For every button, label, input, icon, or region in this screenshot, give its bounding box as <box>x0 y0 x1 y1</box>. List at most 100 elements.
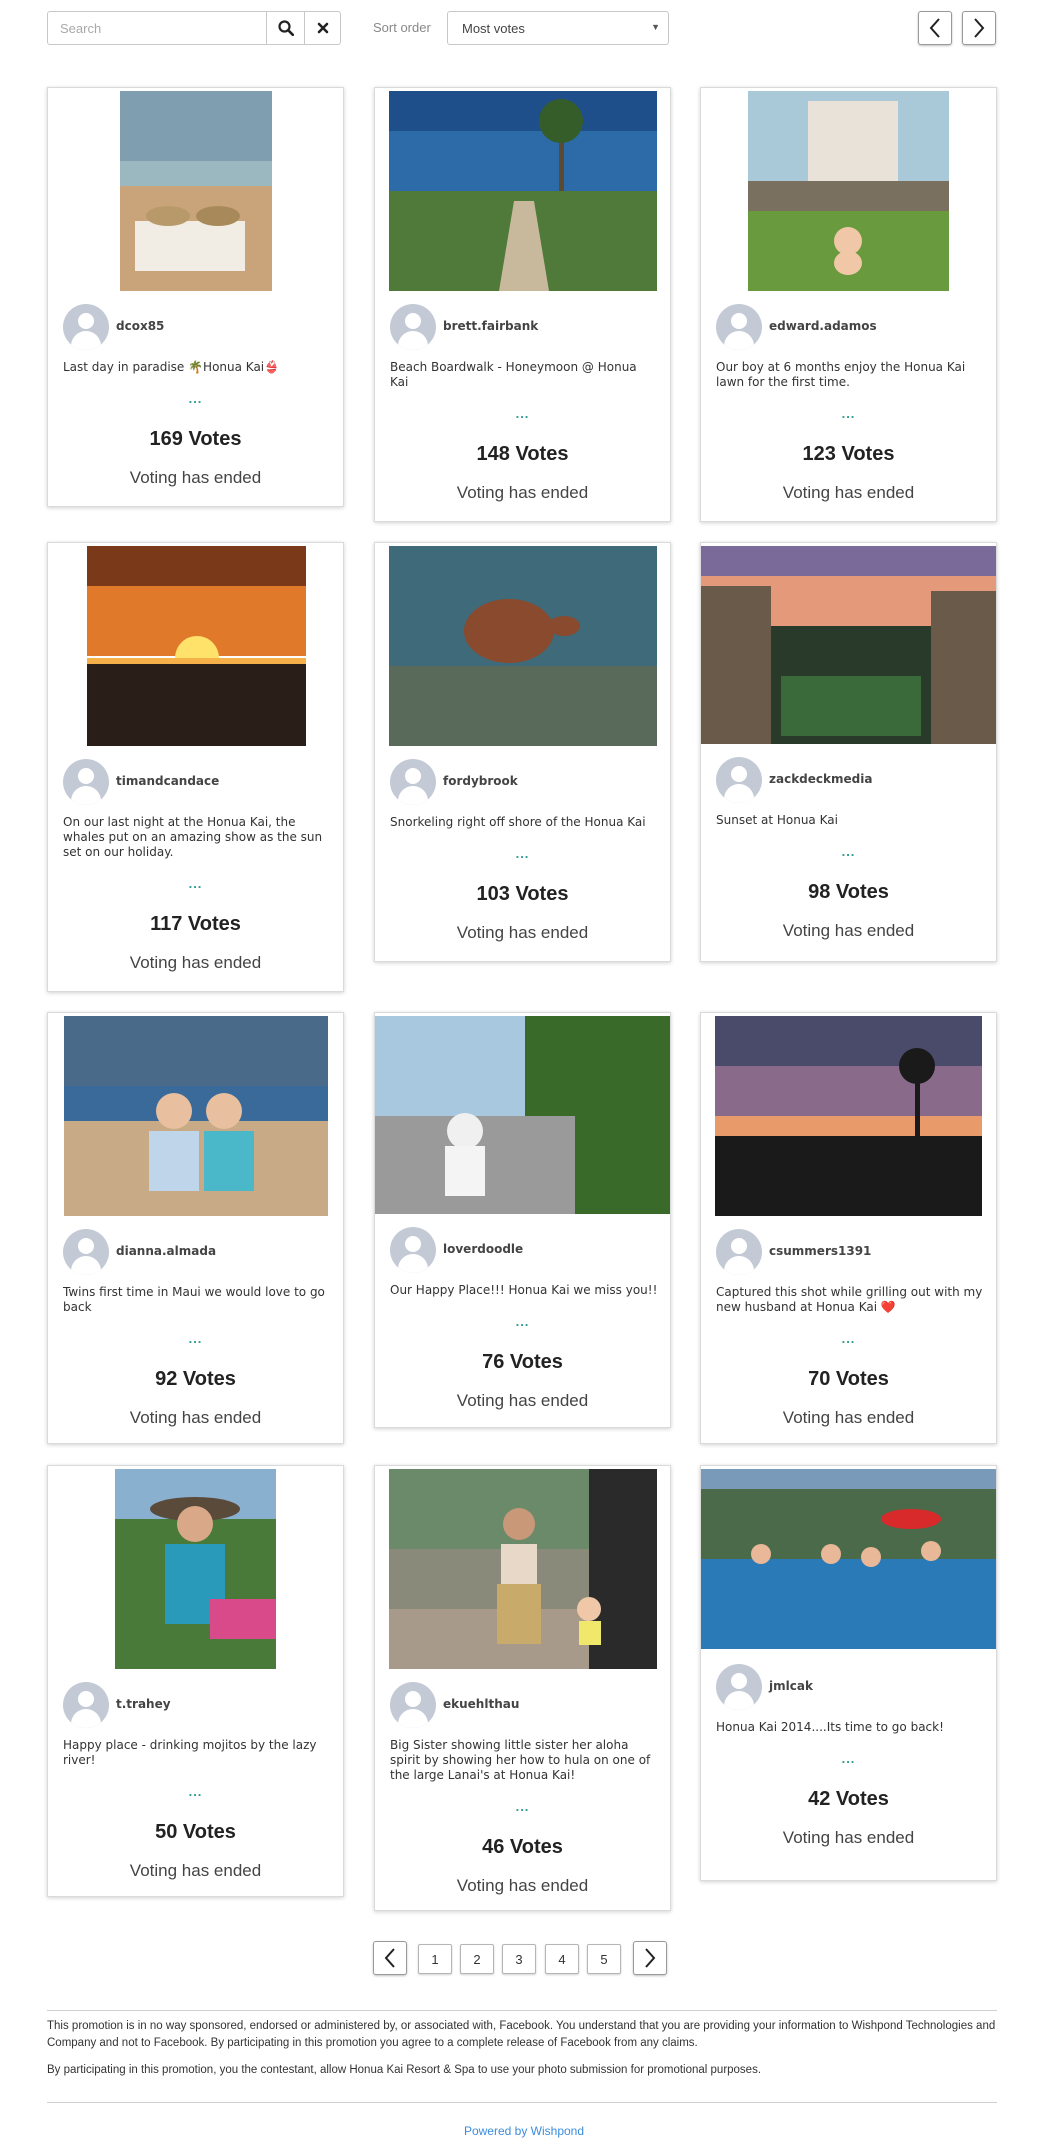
entry-username[interactable]: brett.fairbank <box>443 319 538 333</box>
vote-count: 148 Votes <box>476 443 569 465</box>
entry-photo[interactable] <box>389 1469 657 1669</box>
entry-photo[interactable] <box>701 546 996 744</box>
sort-order-select[interactable]: Most votes ▼ <box>447 11 669 45</box>
entry-username[interactable]: loverdoodle <box>443 1242 523 1256</box>
entry-photo[interactable] <box>375 1016 670 1214</box>
entry-card[interactable]: jmlcak Honua Kai 2014....Its time to go … <box>700 1465 997 1881</box>
voting-status: Voting has ended <box>782 1408 915 1427</box>
pagination-prev-button[interactable] <box>373 1941 407 1975</box>
entry-caption: Happy place - drinking mojitos by the la… <box>63 1738 317 1767</box>
vote-count: 46 Votes <box>482 1836 563 1858</box>
vote-count: 70 Votes <box>808 1368 889 1390</box>
page-link-2[interactable]: 2 <box>460 1944 494 1974</box>
search-box <box>47 11 341 45</box>
voting-status: Voting has ended <box>782 921 915 940</box>
entry-username[interactable]: ekuehlthau <box>443 1697 519 1711</box>
entry-photo[interactable] <box>64 1016 328 1216</box>
facebook-disclaimer: This promotion is in no way sponsored, e… <box>47 2020 996 2049</box>
entry-caption: Snorkeling right off shore of the Honua … <box>390 815 646 829</box>
powered-by-link[interactable]: Powered by Wishpond <box>0 2124 1048 2138</box>
search-input[interactable] <box>48 12 266 44</box>
entry-username[interactable]: jmlcak <box>769 1679 813 1693</box>
entry-card[interactable]: dcox85 Last day in paradise 🌴Honua Kai👙 … <box>47 87 344 507</box>
more-button[interactable]: ... <box>375 406 670 421</box>
avatar <box>63 1229 109 1275</box>
vote-count: 103 Votes <box>476 883 569 905</box>
entry-username[interactable]: csummers1391 <box>769 1244 871 1258</box>
entry-photo[interactable] <box>715 1016 982 1216</box>
entry-card[interactable]: brett.fairbank Beach Boardwalk - Honeymo… <box>374 87 671 522</box>
toolbar: Sort order Most votes ▼ <box>47 11 997 45</box>
page-link-4[interactable]: 4 <box>545 1944 579 1974</box>
entry-username[interactable]: dcox85 <box>116 319 164 333</box>
entry-photo[interactable] <box>389 91 657 291</box>
avatar <box>716 304 762 350</box>
entry-caption: On our last night at the Honua Kai, the … <box>63 815 323 859</box>
search-icon <box>277 20 294 36</box>
more-button[interactable]: ... <box>375 1314 670 1329</box>
voting-status: Voting has ended <box>456 1391 589 1410</box>
more-button[interactable]: ... <box>48 876 343 891</box>
more-button[interactable]: ... <box>48 1331 343 1346</box>
entry-caption: Honua Kai 2014....Its time to go back! <box>716 1720 944 1734</box>
avatar <box>63 1682 109 1728</box>
voting-status: Voting has ended <box>129 1861 262 1880</box>
chevron-right-icon <box>645 1948 656 1968</box>
entry-photo[interactable] <box>87 546 306 746</box>
entry-card[interactable]: ekuehlthau Big Sister showing little sis… <box>374 1465 671 1911</box>
more-button[interactable]: ... <box>701 1331 996 1346</box>
entry-username[interactable]: dianna.almada <box>116 1244 216 1258</box>
entry-username[interactable]: fordybrook <box>443 774 518 788</box>
entry-username[interactable]: edward.adamos <box>769 319 877 333</box>
entry-card[interactable]: loverdoodle Our Happy Place!!! Honua Kai… <box>374 1012 671 1428</box>
entry-photo[interactable] <box>389 546 657 746</box>
entry-caption: Last day in paradise 🌴Honua Kai👙 <box>63 360 280 374</box>
voting-status: Voting has ended <box>129 1408 262 1427</box>
more-button[interactable]: ... <box>375 846 670 861</box>
entry-username[interactable]: zackdeckmedia <box>769 772 872 786</box>
entry-card[interactable]: fordybrook Snorkeling right off shore of… <box>374 542 671 962</box>
entry-caption: Captured this shot while grilling out wi… <box>716 1285 983 1314</box>
entry-username[interactable]: t.trahey <box>116 1697 171 1711</box>
entry-card[interactable]: dianna.almada Twins first time in Maui w… <box>47 1012 344 1444</box>
voting-status: Voting has ended <box>456 1876 589 1895</box>
page-link-3[interactable]: 3 <box>502 1944 536 1974</box>
more-button[interactable]: ... <box>375 1799 670 1814</box>
entry-card[interactable]: edward.adamos Our boy at 6 months enjoy … <box>700 87 997 522</box>
avatar <box>716 757 762 803</box>
entry-photo[interactable] <box>120 91 272 291</box>
entry-card[interactable]: csummers1391 Captured this shot while gr… <box>700 1012 997 1444</box>
next-page-button[interactable] <box>962 11 996 45</box>
more-button[interactable]: ... <box>48 391 343 406</box>
vote-count: 117 Votes <box>150 913 241 935</box>
more-button[interactable]: ... <box>701 406 996 421</box>
vote-count: 42 Votes <box>808 1788 889 1810</box>
entry-card[interactable]: t.trahey Happy place - drinking mojitos … <box>47 1465 344 1897</box>
entry-caption: Sunset at Honua Kai <box>716 813 838 827</box>
entry-photo[interactable] <box>701 1469 996 1649</box>
entry-photo[interactable] <box>748 91 949 291</box>
more-button[interactable]: ... <box>701 1751 996 1766</box>
entry-photo[interactable] <box>115 1469 276 1669</box>
search-button[interactable] <box>266 12 304 44</box>
prev-page-button[interactable] <box>918 11 952 45</box>
avatar <box>390 1682 436 1728</box>
page-link-1[interactable]: 1 <box>418 1944 452 1974</box>
vote-count: 50 Votes <box>155 1821 236 1843</box>
entry-caption: Beach Boardwalk - Honeymoon @ Honua Kai <box>390 360 637 389</box>
vote-count: 169 Votes <box>149 428 242 450</box>
entry-card[interactable]: zackdeckmedia Sunset at Honua Kai ... 98… <box>700 542 997 962</box>
more-button[interactable]: ... <box>48 1784 343 1799</box>
page-link-5[interactable]: 5 <box>587 1944 621 1974</box>
entry-card[interactable]: timandcandace On our last night at the H… <box>47 542 344 992</box>
clear-search-button[interactable] <box>304 12 341 44</box>
vote-count: 98 Votes <box>808 881 889 903</box>
footer-divider <box>47 2010 997 2011</box>
entry-username[interactable]: timandcandace <box>116 774 219 788</box>
voting-status: Voting has ended <box>129 468 262 487</box>
avatar <box>390 304 436 350</box>
voting-status: Voting has ended <box>456 923 589 942</box>
more-button[interactable]: ... <box>701 844 996 859</box>
pagination-next-button[interactable] <box>633 1941 667 1975</box>
avatar <box>390 759 436 805</box>
